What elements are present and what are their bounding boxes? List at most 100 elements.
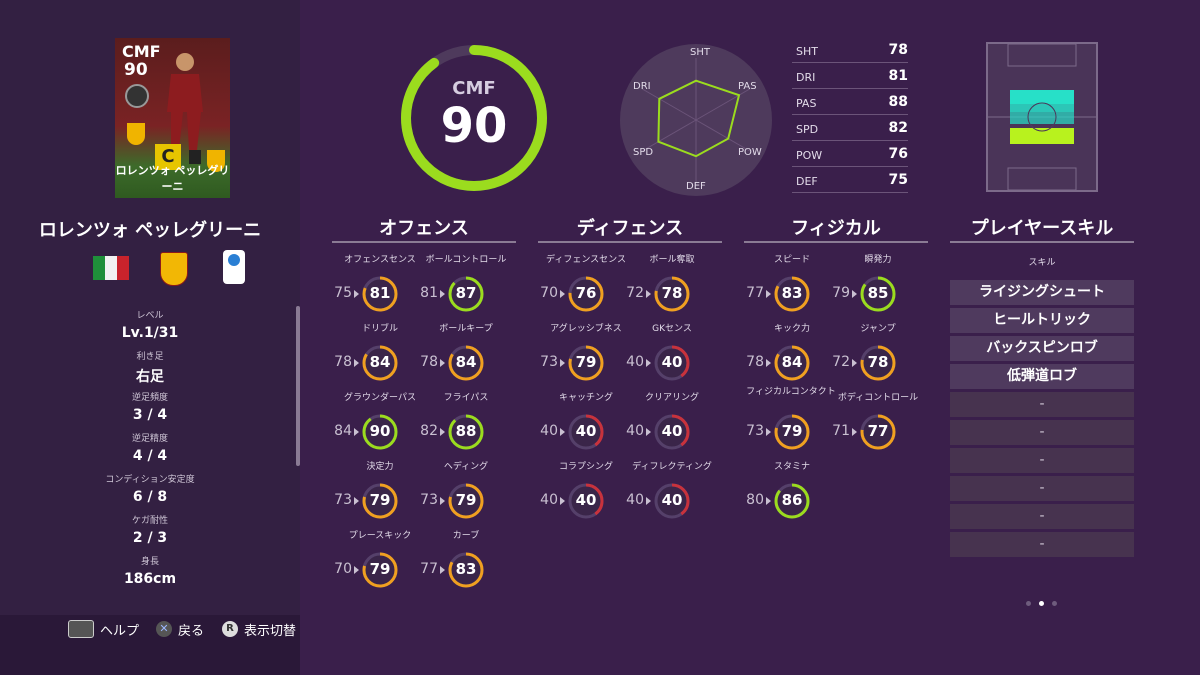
page-indicator-active xyxy=(1039,601,1044,606)
skill-item[interactable]: - xyxy=(950,392,1134,417)
profile-value: Lv.1/31 xyxy=(121,325,179,341)
stat-row: SHT 78 xyxy=(792,42,908,63)
skill-item[interactable]: - xyxy=(950,420,1134,445)
ability-base-value: 77 xyxy=(420,561,438,577)
arrow-icon xyxy=(440,566,445,574)
skill-item[interactable]: - xyxy=(950,532,1134,557)
player-name: ロレンツォ ペッレグリーニ xyxy=(38,220,262,241)
arrow-icon xyxy=(560,497,565,505)
ability-value: 40 xyxy=(661,353,683,371)
profile-value: 4 / 4 xyxy=(132,448,168,464)
stat-key: SPD xyxy=(796,123,819,136)
ability-label: ディフレクティング xyxy=(632,462,712,472)
toggle-label: 表示切替 xyxy=(244,623,297,639)
skill-item[interactable]: - xyxy=(950,504,1134,529)
profile-label: ケガ耐性 xyxy=(131,516,168,526)
stat-key: DEF xyxy=(796,175,818,188)
ability-label: GKセンス xyxy=(652,324,692,334)
arrow-icon xyxy=(560,290,565,298)
ability-base-value: 73 xyxy=(420,492,438,508)
ability-value: 40 xyxy=(661,422,683,440)
ability-value: 79 xyxy=(455,491,477,509)
ability-label: 瞬発力 xyxy=(864,255,892,265)
help-button[interactable]: ヘルプ xyxy=(68,620,139,639)
arrow-icon xyxy=(766,497,771,505)
skill-item[interactable]: - xyxy=(950,476,1134,501)
profile-label: 逆足精度 xyxy=(131,434,168,444)
back-button[interactable]: ✕ 戻る xyxy=(156,620,205,639)
arrow-icon xyxy=(354,566,359,574)
ability-base-value: 71 xyxy=(832,423,850,439)
arrow-icon xyxy=(852,359,857,367)
ability-base-value: 75 xyxy=(334,285,352,301)
radar-label: SPD xyxy=(633,147,654,158)
divider xyxy=(332,241,516,243)
arrow-icon xyxy=(646,428,651,436)
position-field-map xyxy=(986,42,1098,192)
ability-label: クリアリング xyxy=(644,393,699,403)
r-button-icon: R xyxy=(222,621,238,637)
radar-label: SHT xyxy=(690,47,710,58)
radar-label: POW xyxy=(738,147,762,158)
stat-value: 81 xyxy=(888,68,908,84)
ability-base-value: 73 xyxy=(540,354,558,370)
stat-row: POW 76 xyxy=(792,146,908,167)
ability-base-value: 82 xyxy=(420,423,438,439)
ability-base-value: 40 xyxy=(540,492,558,508)
ability-label: ジャンプ xyxy=(860,324,896,334)
league-emblem-icon xyxy=(223,250,245,284)
arrow-icon xyxy=(852,290,857,298)
ability-label: ボール奪取 xyxy=(649,255,695,265)
ability-value: 90 xyxy=(369,422,391,440)
ability-value: 88 xyxy=(455,422,477,440)
stat-value: 82 xyxy=(888,120,908,136)
arrow-icon xyxy=(354,290,359,298)
page-indicator xyxy=(1052,601,1057,606)
profile-label: 利き足 xyxy=(136,352,164,362)
arrow-icon xyxy=(440,497,445,505)
skill-item[interactable]: 低弾道ロブ xyxy=(950,364,1134,389)
ability-value: 83 xyxy=(455,560,477,578)
skill-item[interactable]: ライジングシュート xyxy=(950,280,1134,305)
back-label: 戻る xyxy=(178,623,205,639)
club-logo-icon xyxy=(127,123,145,145)
profile-label: レベル xyxy=(136,311,164,321)
skill-item[interactable]: ヒールトリック xyxy=(950,308,1134,333)
skills-header: プレイヤースキル xyxy=(970,218,1114,239)
ability-value: 78 xyxy=(867,353,889,371)
player-card: CMF 90 C ロレンツォ ペッレグリーニ xyxy=(115,38,230,198)
ability-base-value: 78 xyxy=(420,354,438,370)
ability-base-value: 79 xyxy=(832,285,850,301)
ability-value: 84 xyxy=(455,353,477,371)
stat-value: 76 xyxy=(888,146,908,162)
ability-base-value: 70 xyxy=(334,561,352,577)
radar-label: DRI xyxy=(633,81,651,92)
ability-base-value: 40 xyxy=(626,492,644,508)
arrow-icon xyxy=(646,497,651,505)
ability-base-value: 73 xyxy=(746,423,764,439)
ability-value: 77 xyxy=(867,422,889,440)
radar-label: DEF xyxy=(686,181,706,192)
stat-value: 78 xyxy=(888,42,908,58)
ability-base-value: 77 xyxy=(746,285,764,301)
profile-value: 6 / 8 xyxy=(132,489,168,505)
stat-key: PAS xyxy=(796,97,817,110)
toggle-view-button[interactable]: R 表示切替 xyxy=(222,620,297,639)
ability-value: 84 xyxy=(781,353,803,371)
ability-base-value: 80 xyxy=(746,492,764,508)
divider xyxy=(950,241,1134,243)
skill-item[interactable]: バックスピンロブ xyxy=(950,336,1134,361)
ability-base-value: 70 xyxy=(540,285,558,301)
ability-base-value: 73 xyxy=(334,492,352,508)
arrow-icon xyxy=(354,497,359,505)
overall-position: CMF xyxy=(452,78,496,99)
ability-value: 79 xyxy=(781,422,803,440)
profile-label: 逆足頻度 xyxy=(131,393,168,403)
arrow-icon xyxy=(646,290,651,298)
skill-item[interactable]: - xyxy=(950,448,1134,473)
italy-flag-icon xyxy=(93,256,129,280)
skill-title: スキル xyxy=(1028,258,1056,268)
profile-value: 右足 xyxy=(136,369,164,385)
ability-base-value: 40 xyxy=(626,423,644,439)
divider xyxy=(538,241,722,243)
